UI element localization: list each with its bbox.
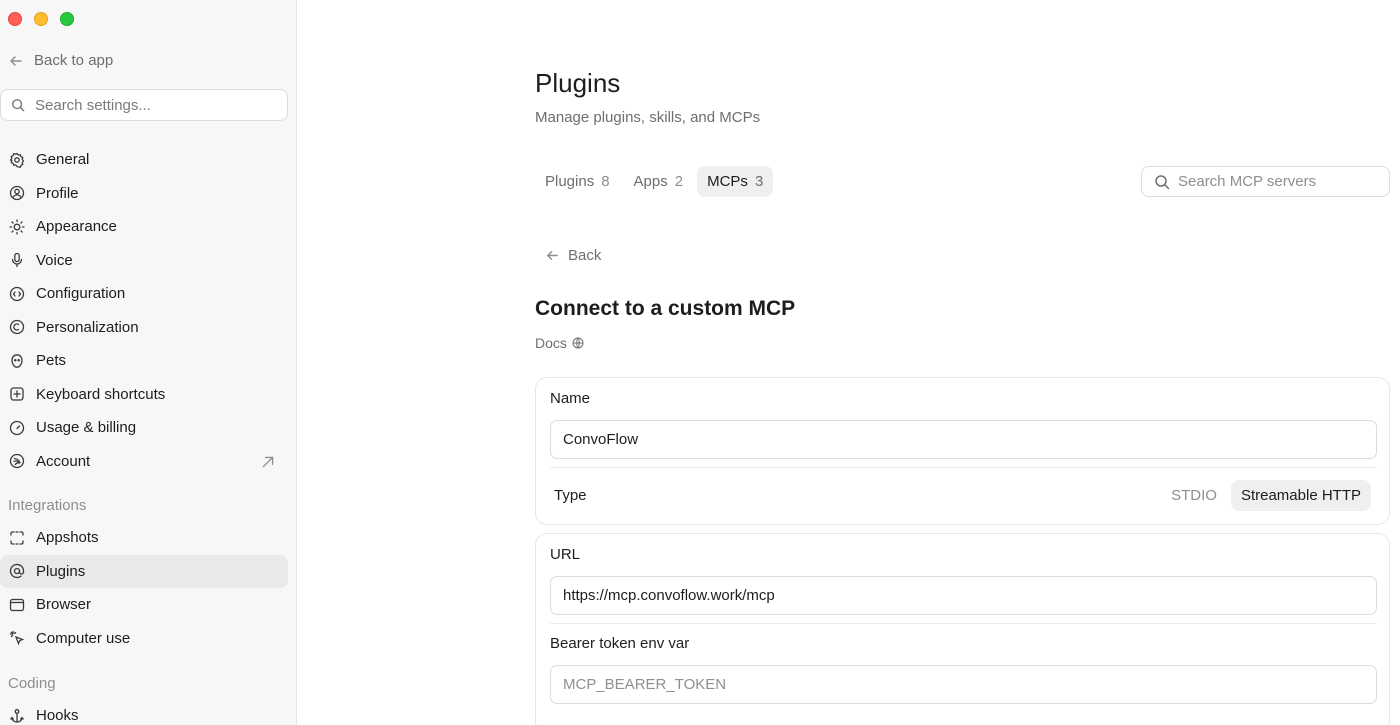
- settings-nav: General Profile Appearance Voice Configu…: [0, 143, 288, 478]
- tab-label: Apps: [633, 173, 668, 190]
- sidebar-item-label: Usage & billing: [36, 419, 137, 437]
- sidebar-item-keyboard-shortcuts[interactable]: Keyboard shortcuts: [0, 378, 288, 412]
- cursor-click-icon: [9, 631, 25, 646]
- pet-icon: [11, 353, 23, 368]
- type-option-stdio[interactable]: STDIO: [1161, 480, 1227, 511]
- minimize-window-button[interactable]: [34, 12, 48, 26]
- tab-label: Plugins: [545, 173, 595, 190]
- sidebar-item-label: Appearance: [36, 218, 117, 236]
- divider: [550, 467, 1377, 468]
- type-label: Type: [554, 487, 587, 504]
- settings-sidebar: Back to app General Profile Appearance V…: [0, 0, 297, 725]
- sidebar-item-label: General: [36, 151, 90, 169]
- sidebar-item-appearance[interactable]: Appearance: [0, 210, 288, 244]
- url-label: URL: [550, 546, 581, 563]
- sidebar-item-hooks[interactable]: Hooks: [0, 699, 288, 725]
- sidebar-item-usage-billing[interactable]: Usage & billing: [0, 411, 288, 445]
- sidebar-item-label: Hooks: [36, 707, 79, 725]
- sidebar-item-profile[interactable]: Profile: [0, 177, 288, 211]
- section-title: Connect to a custom MCP: [535, 297, 796, 320]
- integrations-nav: Appshots Plugins Browser Computer use: [0, 521, 288, 655]
- sidebar-item-account[interactable]: Account: [0, 445, 288, 479]
- search-icon: [12, 99, 25, 112]
- maximize-window-button[interactable]: [60, 12, 74, 26]
- sidebar-item-computer-use[interactable]: Computer use: [0, 622, 288, 656]
- docs-link[interactable]: Docs: [535, 335, 584, 351]
- arrow-left-icon: [547, 251, 558, 260]
- docs-label: Docs: [535, 335, 567, 351]
- sidebar-item-configuration[interactable]: Configuration: [0, 277, 288, 311]
- keyboard-icon: [10, 387, 24, 401]
- window-controls: [8, 12, 74, 26]
- page-title: Plugins: [535, 68, 621, 98]
- tab-plugins[interactable]: Plugins 8: [535, 166, 620, 197]
- tab-mcps[interactable]: MCPs 3: [697, 166, 774, 197]
- name-label: Name: [550, 390, 591, 407]
- bearer-token-label: Bearer token env var: [550, 635, 690, 652]
- person-circle-icon: [9, 186, 25, 201]
- sidebar-item-plugins[interactable]: Plugins: [0, 554, 288, 588]
- tab-apps[interactable]: Apps 2: [624, 166, 694, 197]
- microphone-icon: [11, 253, 23, 268]
- name-type-card: Name Type STDIO Streamable HTTP: [535, 377, 1390, 525]
- divider: [550, 623, 1377, 624]
- search-icon: [1155, 174, 1170, 189]
- gauge-icon: [9, 420, 25, 435]
- browser-icon: [9, 598, 25, 611]
- close-window-button[interactable]: [8, 12, 22, 26]
- main-content: Plugins Manage plugins, skills, and MCPs…: [297, 0, 1400, 725]
- external-link-icon: [262, 456, 274, 467]
- sidebar-item-label: Computer use: [36, 629, 131, 647]
- plugin-tabs: Plugins 8 Apps 2 MCPs 3: [535, 166, 774, 197]
- sidebar-item-label: Voice: [36, 251, 73, 269]
- sidebar-item-label: Configuration: [36, 285, 126, 303]
- back-to-app-label: Back to app: [34, 52, 114, 69]
- hook-icon: [10, 708, 24, 723]
- sidebar-item-label: Plugins: [36, 562, 86, 580]
- settings-search-input[interactable]: [35, 96, 265, 114]
- sidebar-item-label: Account: [36, 452, 91, 470]
- globe-icon: [572, 337, 584, 349]
- sidebar-item-pets[interactable]: Pets: [0, 344, 288, 378]
- coding-section-label: Coding: [8, 675, 56, 692]
- arrow-left-icon: [10, 55, 22, 66]
- account-icon: [9, 454, 25, 469]
- sidebar-item-personalization[interactable]: Personalization: [0, 311, 288, 345]
- mcp-search-input[interactable]: [1178, 173, 1388, 190]
- tab-count: 8: [601, 173, 610, 190]
- config-icon: [9, 286, 25, 301]
- bearer-token-field[interactable]: [550, 665, 1377, 704]
- sidebar-item-label: Profile: [36, 184, 79, 202]
- tab-count: 3: [754, 173, 764, 190]
- type-segmented-control: STDIO Streamable HTTP: [1161, 480, 1371, 511]
- settings-search[interactable]: [0, 89, 288, 121]
- screenshot-frame-icon: [10, 531, 24, 545]
- tab-label: MCPs: [707, 173, 748, 190]
- type-option-streamable-http[interactable]: Streamable HTTP: [1230, 480, 1371, 511]
- sidebar-item-browser[interactable]: Browser: [0, 588, 288, 622]
- integrations-section-label: Integrations: [8, 497, 87, 514]
- mcp-search[interactable]: [1141, 166, 1390, 197]
- at-icon: [9, 564, 25, 579]
- url-card: URL Bearer token env var: [535, 533, 1390, 725]
- sidebar-item-general[interactable]: General: [0, 143, 288, 177]
- sidebar-item-label: Browser: [36, 596, 92, 614]
- sidebar-item-appshots[interactable]: Appshots: [0, 521, 288, 555]
- tab-count: 2: [674, 173, 684, 190]
- back-to-app-link[interactable]: Back to app: [8, 52, 113, 69]
- name-field[interactable]: [550, 420, 1377, 459]
- sidebar-item-label: Keyboard shortcuts: [36, 385, 166, 403]
- back-label: Back: [568, 247, 602, 264]
- gear-icon: [9, 152, 25, 168]
- sidebar-item-label: Pets: [36, 352, 67, 370]
- sidebar-item-label: Personalization: [36, 318, 139, 336]
- url-field[interactable]: [550, 576, 1377, 615]
- sidebar-item-label: Appshots: [36, 529, 99, 547]
- sidebar-item-voice[interactable]: Voice: [0, 244, 288, 278]
- back-button[interactable]: Back: [545, 247, 601, 264]
- personalization-icon: [9, 320, 25, 335]
- sun-icon: [9, 219, 25, 235]
- coding-nav: Hooks: [0, 699, 288, 725]
- page-subtitle: Manage plugins, skills, and MCPs: [535, 109, 761, 126]
